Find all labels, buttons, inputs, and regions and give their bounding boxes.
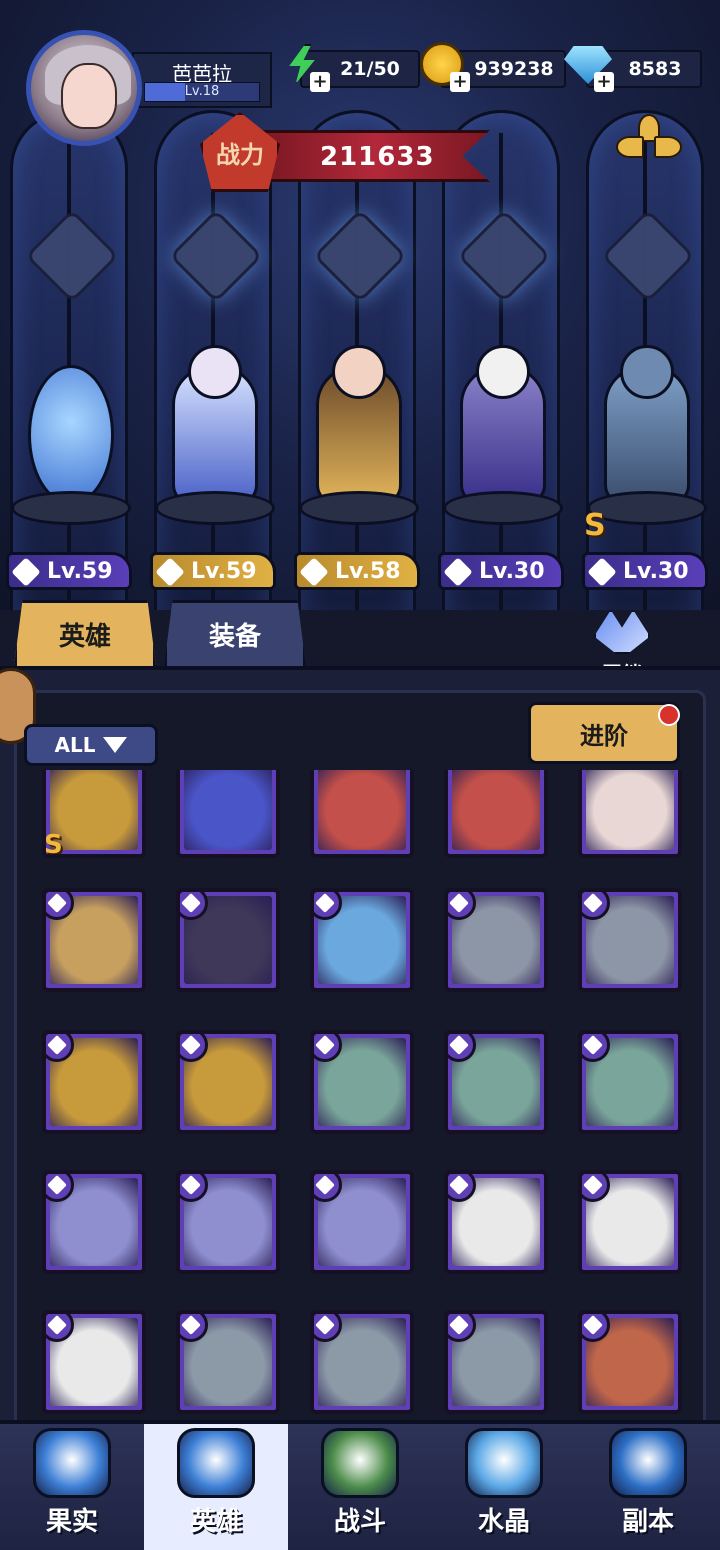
nav-label: 英雄: [189, 1507, 242, 1537]
pedestal: [11, 491, 131, 525]
lineup-level-tag: Lv.59: [150, 552, 276, 590]
pedestal: [299, 491, 419, 525]
hero-card[interactable]: [578, 1310, 682, 1414]
player-level-bar: Lv.18: [144, 82, 260, 102]
add-gem-icon[interactable]: +: [594, 72, 614, 92]
hero-portrait: [586, 770, 674, 850]
hero-card[interactable]: [310, 1030, 414, 1134]
nav-item[interactable]: 战斗: [288, 1424, 432, 1550]
energy-value: 21/50: [340, 58, 400, 80]
filter-dropdown[interactable]: ALL: [24, 724, 158, 766]
flower-emblem-icon[interactable]: [614, 112, 684, 182]
pedestal: [443, 491, 563, 525]
lineup-hero-4[interactable]: [438, 345, 568, 535]
hero-card[interactable]: [444, 1310, 548, 1414]
avatar-face: [61, 63, 117, 129]
hero-card[interactable]: [176, 1170, 280, 1274]
tab-heroes[interactable]: 英雄: [14, 600, 156, 666]
hero-head: [476, 345, 530, 399]
wing-icon: [299, 557, 329, 587]
player-level: Lv.18: [184, 84, 220, 99]
nav-label: 水晶: [477, 1507, 530, 1537]
nav-label: 果实: [45, 1507, 98, 1537]
hero-card-grid: S: [20, 770, 700, 1430]
nav-label: 副本: [621, 1507, 674, 1537]
battle-icon: [321, 1428, 399, 1498]
bond-icon: [594, 610, 650, 654]
combat-power-banner: 战力 211633: [200, 112, 500, 194]
hero-card[interactable]: [42, 888, 146, 992]
hero-card[interactable]: [42, 1170, 146, 1274]
lineup-level-tag: Lv.58: [294, 552, 420, 590]
wrench-icon: [11, 557, 41, 587]
add-gold-icon[interactable]: +: [450, 72, 470, 92]
player-name-box[interactable]: 芭芭拉 Lv.18: [132, 52, 272, 108]
hero-head: [188, 345, 242, 399]
hero-icon: [177, 1428, 255, 1498]
advance-label: 进阶: [580, 721, 628, 750]
notification-dot: [658, 704, 680, 726]
hero-card[interactable]: [444, 770, 548, 858]
hero-portrait: [452, 770, 540, 850]
hero-head: [332, 345, 386, 399]
chevron-down-icon: [103, 737, 128, 753]
hero-head: [620, 345, 674, 399]
nav-item[interactable]: 果实: [0, 1424, 144, 1550]
hero-card[interactable]: [42, 1310, 146, 1414]
lineup-hero-1[interactable]: [6, 345, 136, 535]
lineup-level-tag: Lv.30: [582, 552, 708, 590]
crystal-icon: [465, 1428, 543, 1498]
hero-card[interactable]: [310, 770, 414, 858]
nav-item[interactable]: 水晶: [432, 1424, 576, 1550]
hero-card[interactable]: [578, 770, 682, 858]
hero-card[interactable]: [310, 888, 414, 992]
add-energy-icon[interactable]: +: [310, 72, 330, 92]
hero-card[interactable]: [176, 1310, 280, 1414]
hero-portrait: [50, 770, 138, 850]
hero-card[interactable]: [42, 1030, 146, 1134]
gold-coin-icon[interactable]: +: [418, 40, 470, 92]
power-label: 战力: [200, 112, 280, 192]
lineup-level-tag: Lv.30: [438, 552, 564, 590]
nav-item[interactable]: 英雄: [144, 1424, 288, 1550]
dungeon-icon: [609, 1428, 687, 1498]
hero-card[interactable]: [176, 1030, 280, 1134]
lineup-hero-5[interactable]: [582, 345, 712, 535]
gem-icon[interactable]: +: [562, 40, 614, 92]
hero-card[interactable]: S: [42, 770, 146, 858]
pedestal: [155, 491, 275, 525]
energy-icon[interactable]: +: [278, 40, 330, 92]
hero-card[interactable]: [176, 770, 280, 858]
hero-card[interactable]: [310, 1310, 414, 1414]
nav-item[interactable]: 副本: [576, 1424, 720, 1550]
s-rank-badge: S: [44, 830, 63, 858]
hero-figure: [28, 365, 114, 505]
hero-card[interactable]: [310, 1170, 414, 1274]
hero-card[interactable]: [578, 888, 682, 992]
claw-icon: [587, 557, 617, 587]
advance-button[interactable]: 进阶: [528, 702, 680, 764]
power-value: 211633: [320, 142, 435, 172]
hero-card[interactable]: [444, 888, 548, 992]
hero-portrait: [184, 770, 272, 850]
hero-card[interactable]: [444, 1030, 548, 1134]
bottom-navigation: 果实 英雄 战斗 水晶 副本: [0, 1420, 720, 1550]
hero-card[interactable]: [176, 888, 280, 992]
hero-card[interactable]: [578, 1170, 682, 1274]
hat-icon: [443, 557, 473, 587]
hero-portrait: [318, 770, 406, 850]
tab-equipment[interactable]: 装备: [164, 600, 306, 666]
hero-card[interactable]: [444, 1170, 548, 1274]
nav-label: 战斗: [333, 1507, 386, 1537]
fruit-icon: [33, 1428, 111, 1498]
lineup-level-tag: Lv.59: [6, 552, 132, 590]
hat-icon: [155, 557, 185, 587]
lineup-hero-2[interactable]: [150, 345, 280, 535]
hero-card[interactable]: [578, 1030, 682, 1134]
player-avatar[interactable]: [26, 30, 142, 146]
filter-label: ALL: [54, 733, 96, 757]
gem-value: 8583: [628, 58, 682, 80]
lineup-hero-3[interactable]: [294, 345, 424, 535]
s-rank-badge: S: [584, 508, 606, 543]
